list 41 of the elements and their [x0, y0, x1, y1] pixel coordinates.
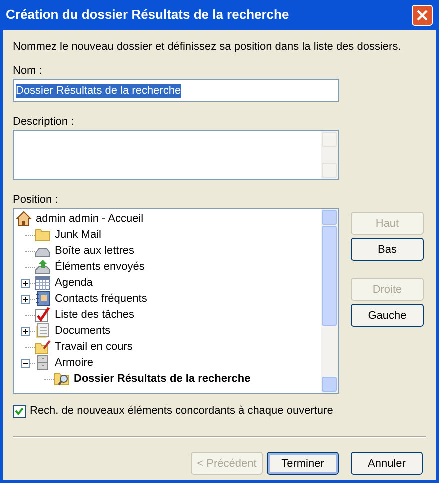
folder-icon	[35, 227, 51, 243]
tree-item[interactable]: Boîte aux lettres	[54, 244, 136, 258]
tree-item[interactable]: Contacts fréquents	[54, 292, 148, 306]
house-icon	[16, 211, 32, 227]
tree-item[interactable]: Éléments envoyés	[54, 260, 146, 274]
dialog-button[interactable]: Gauche	[351, 304, 424, 327]
tree-item[interactable]: Documents	[54, 324, 112, 338]
tray-arrow-icon	[35, 259, 51, 275]
tree-item[interactable]: Liste des tâches	[54, 308, 136, 322]
tree-item[interactable]: Travail en cours	[54, 340, 134, 354]
collapse-icon[interactable]	[21, 358, 30, 368]
field-label: Nom :	[13, 64, 44, 78]
tree-item[interactable]: admin admin - Accueil	[35, 212, 145, 226]
input-field[interactable]: Dossier Résultats de la recherche	[13, 79, 339, 102]
checkbox-label: Rech. de nouveaux éléments concordants à chaque ouverture	[30, 404, 334, 418]
dialog-button[interactable]: Annuler	[351, 452, 423, 475]
expand-icon[interactable]	[21, 294, 30, 304]
field-label: Description :	[13, 115, 76, 129]
tree-item[interactable]: Armoire	[54, 356, 95, 370]
dialog-button[interactable]: Bas	[351, 238, 424, 261]
folder-magnifier-icon	[54, 371, 70, 387]
tree-item[interactable]: Agenda	[54, 276, 94, 290]
checkmark-icon	[35, 307, 51, 323]
cabinet-icon	[35, 355, 51, 371]
intro-text: Nommez le nouveau dossier et définissez sa position dans la liste des dossiers.	[13, 40, 402, 54]
checkbox[interactable]	[13, 404, 26, 418]
field-label: Position :	[13, 193, 60, 207]
tree-item[interactable]: Junk Mail	[54, 228, 102, 242]
scrollbar[interactable]	[321, 131, 338, 179]
address-book-icon	[35, 291, 51, 307]
window-title: Création du dossier Résultats de la recherche	[6, 8, 290, 22]
expand-icon[interactable]	[21, 326, 30, 336]
tree-item[interactable]: Dossier Résultats de la recherche	[73, 372, 252, 386]
close-button[interactable]	[412, 4, 433, 26]
text-area[interactable]	[13, 130, 339, 180]
dialog-button[interactable]: Terminer	[267, 452, 339, 475]
scrollbar[interactable]	[321, 209, 338, 393]
calendar-icon	[35, 275, 51, 291]
folder-pencil-icon	[35, 339, 51, 355]
close-icon	[417, 10, 428, 20]
expand-icon[interactable]	[21, 278, 30, 288]
